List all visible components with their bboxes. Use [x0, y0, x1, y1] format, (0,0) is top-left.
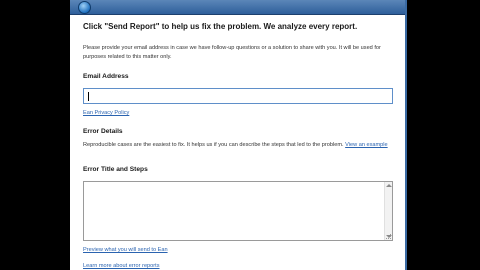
email-field[interactable] — [83, 88, 393, 104]
scroll-up-icon[interactable] — [386, 184, 392, 187]
app-globe-icon — [78, 1, 91, 14]
view-example-link[interactable]: View an example — [345, 142, 388, 148]
learn-more-link[interactable]: Learn more about error reports — [83, 263, 160, 269]
text-caret — [88, 92, 89, 101]
preview-link[interactable]: Preview what you will send to Ean — [83, 247, 168, 253]
resize-grip-icon[interactable] — [386, 234, 391, 239]
error-details-label: Error Details — [83, 128, 123, 135]
dialog-headline: Click "Send Report" to help us fix the p… — [83, 22, 358, 31]
error-title-label: Error Title and Steps — [83, 166, 148, 173]
email-label: Email Address — [83, 73, 129, 80]
email-description: Please provide your email address in cas… — [83, 45, 381, 60]
title-bar[interactable] — [70, 0, 407, 15]
textarea-scrollbar[interactable] — [384, 182, 392, 240]
privacy-policy-link[interactable]: Ean Privacy Policy — [83, 110, 129, 116]
error-steps-field[interactable] — [83, 181, 393, 241]
report-dialog: Click "Send Report" to help us fix the p… — [70, 0, 407, 270]
window-frame — [405, 0, 407, 270]
error-details-description: Reproducible cases are the easiest to fi… — [83, 142, 344, 148]
error-details-text: Reproducible cases are the easiest to fi… — [83, 141, 393, 150]
